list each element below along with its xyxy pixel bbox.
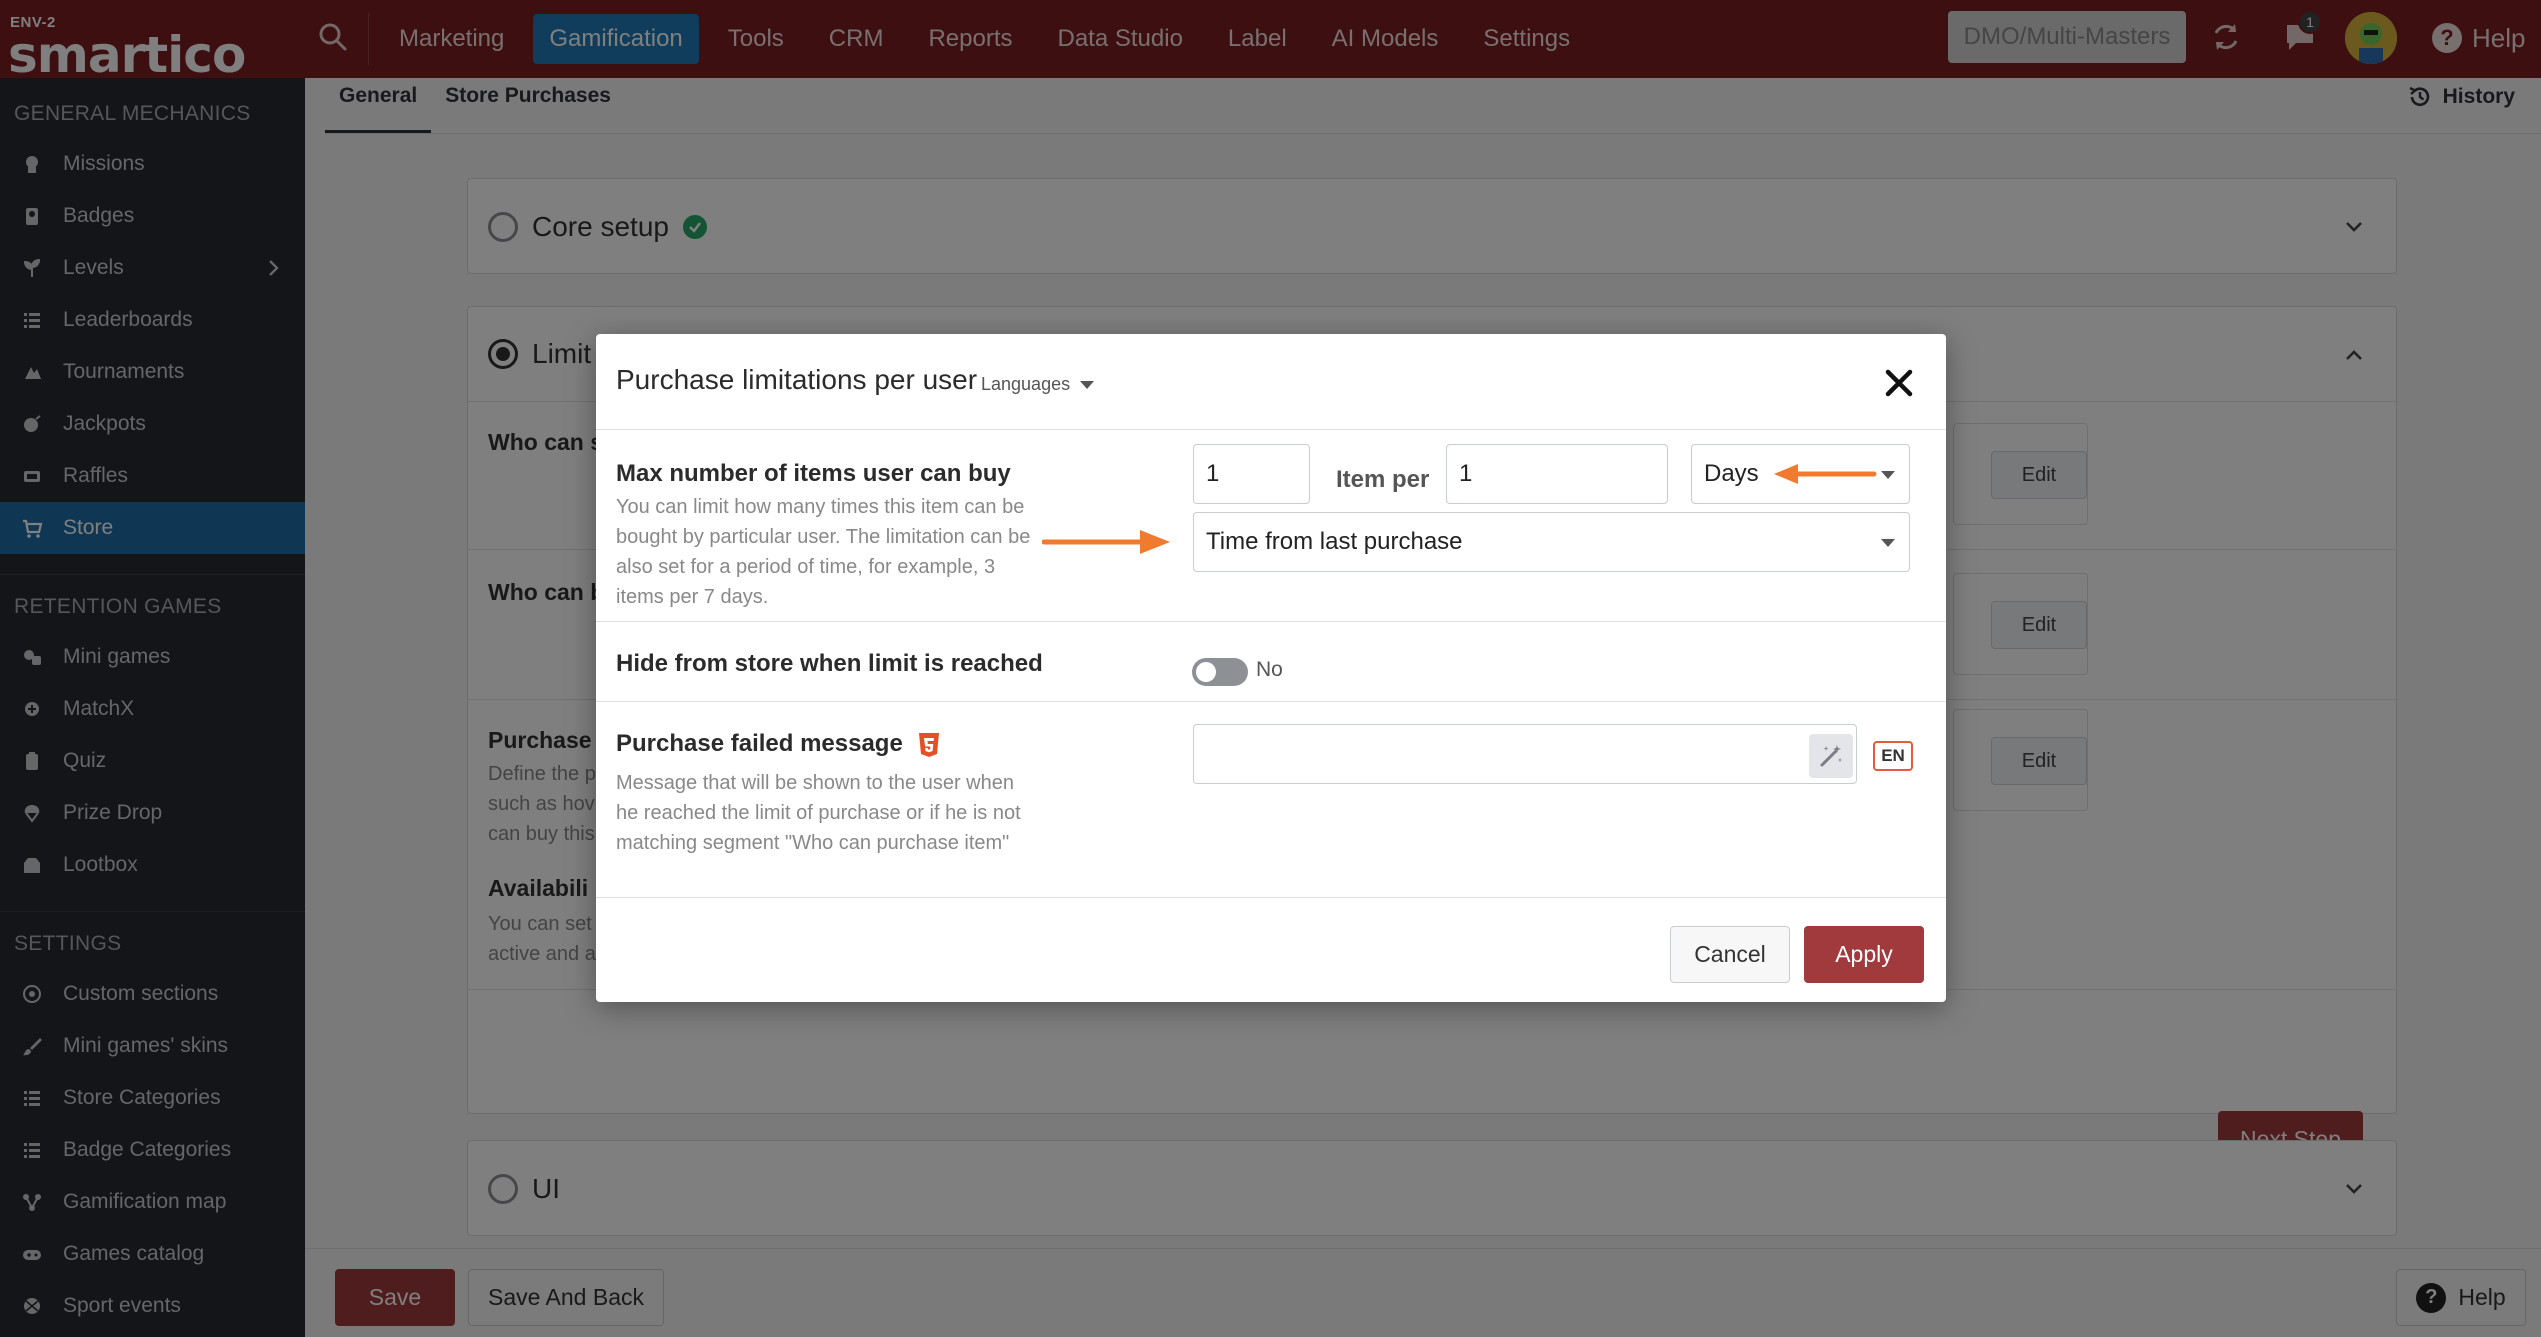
failed-message-section: Purchase failed message Message that wil…	[596, 702, 1946, 898]
period-value-input[interactable]: 1	[1446, 444, 1668, 504]
hide-from-store-label: Hide from store when limit is reached	[616, 650, 1043, 677]
language-badge[interactable]: EN	[1873, 741, 1913, 771]
max-qty-input[interactable]: 1	[1193, 444, 1310, 504]
toggle-state-label: No	[1256, 658, 1283, 681]
purchase-limitations-modal: Purchase limitations per user Languages …	[596, 334, 1946, 1002]
failed-message-label-row: Purchase failed message	[616, 730, 940, 758]
max-items-description: You can limit how many times this item c…	[616, 496, 1031, 608]
caret-down-icon	[1080, 380, 1095, 389]
close-icon[interactable]	[1882, 366, 1916, 400]
html5-icon	[918, 732, 939, 757]
modal-header: Purchase limitations per user Languages	[596, 334, 1946, 430]
period-type-value: Time from last purchase	[1206, 528, 1463, 555]
cancel-button[interactable]: Cancel	[1670, 926, 1790, 983]
modal-title: Purchase limitations per user	[616, 364, 978, 395]
failed-message-description: Message that will be shown to the user w…	[616, 772, 1021, 854]
caret-down-icon	[1881, 471, 1895, 479]
hide-from-store-toggle[interactable]	[1192, 658, 1248, 686]
magic-wand-icon[interactable]	[1809, 734, 1853, 778]
period-type-select[interactable]: Time from last purchase	[1193, 512, 1910, 572]
caret-down-icon	[1881, 539, 1895, 547]
languages-dropdown[interactable]: Languages	[981, 374, 1095, 395]
period-unit-value: Days	[1704, 460, 1759, 487]
annotation-arrow-right-icon	[1042, 530, 1170, 554]
hide-from-store-section: Hide from store when limit is reached No	[596, 622, 1946, 702]
max-items-label: Max number of items user can buy	[616, 460, 1011, 487]
languages-label: Languages	[981, 374, 1071, 394]
failed-message-input[interactable]	[1193, 724, 1857, 784]
apply-button[interactable]: Apply	[1804, 926, 1924, 983]
failed-message-label: Purchase failed message	[616, 730, 903, 757]
item-per-label: Item per	[1336, 466, 1430, 493]
annotation-arrow-left-icon	[1774, 464, 1877, 484]
max-items-section: Max number of items user can buy You can…	[596, 430, 1946, 622]
